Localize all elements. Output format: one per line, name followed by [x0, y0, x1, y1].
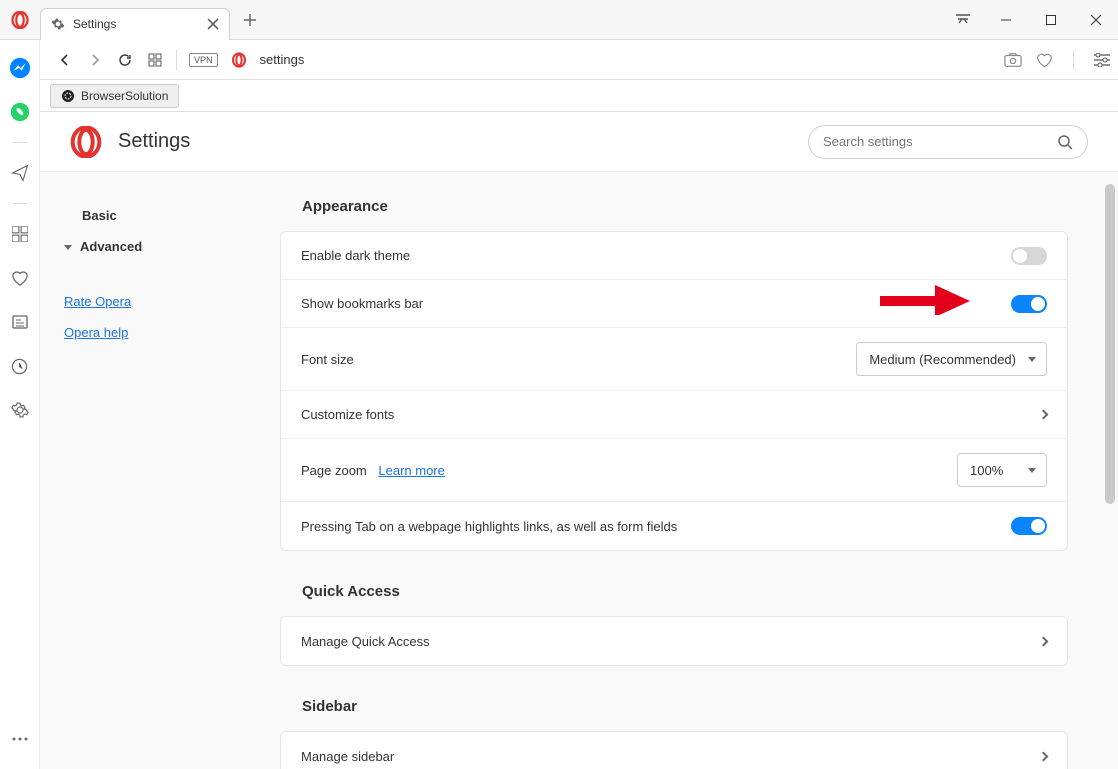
chevron-right-icon: [1039, 751, 1049, 761]
row-label: Show bookmarks bar: [301, 296, 1011, 311]
nav-advanced[interactable]: Advanced: [64, 231, 280, 262]
settings-gear-icon[interactable]: [0, 390, 40, 430]
easy-setup-icon[interactable]: [1094, 53, 1110, 67]
gear-icon: [51, 17, 65, 31]
nav-basic[interactable]: Basic: [82, 200, 280, 231]
row-tab-highlight: Pressing Tab on a webpage highlights lin…: [281, 502, 1067, 550]
new-tab-button[interactable]: [236, 6, 264, 34]
opera-menu-button[interactable]: [0, 0, 40, 40]
search-settings[interactable]: [808, 125, 1088, 159]
row-label: Enable dark theme: [301, 248, 1011, 263]
address-text[interactable]: settings: [260, 52, 305, 67]
bookmark-item[interactable]: BrowserSolution: [50, 84, 179, 108]
history-icon[interactable]: [0, 346, 40, 386]
quick-access-card: Manage Quick Access: [280, 616, 1068, 666]
bookmark-label: BrowserSolution: [81, 89, 168, 103]
nav-back-button[interactable]: [50, 45, 80, 75]
row-label: Pressing Tab on a webpage highlights lin…: [301, 519, 1011, 534]
tab-title: Settings: [73, 17, 199, 31]
row-page-zoom: Page zoom Learn more 100%: [281, 439, 1067, 502]
toggle-dark-theme[interactable]: [1011, 247, 1047, 265]
row-label: Manage sidebar: [301, 749, 1040, 764]
row-font-size: Font size Medium (Recommended): [281, 328, 1067, 391]
nav-forward-button[interactable]: [80, 45, 110, 75]
address-bar: VPN settings: [0, 40, 1118, 80]
search-input[interactable]: [823, 134, 1057, 149]
section-sidebar-title: Sidebar: [302, 698, 1068, 715]
more-icon[interactable]: [0, 719, 40, 759]
vpn-badge[interactable]: VPN: [189, 53, 218, 67]
learn-more-link[interactable]: Learn more: [378, 463, 444, 478]
settings-body: Basic Advanced Rate Opera Opera help App…: [40, 172, 1118, 769]
settings-nav: Basic Advanced Rate Opera Opera help: [40, 172, 280, 769]
sidebar-rail: [0, 40, 40, 769]
row-label: Customize fonts: [301, 407, 1040, 422]
close-tab-icon[interactable]: [207, 18, 219, 30]
row-manage-quick-access[interactable]: Manage Quick Access: [281, 617, 1067, 665]
titlebar: Settings: [0, 0, 1118, 40]
send-icon[interactable]: [0, 153, 40, 193]
nav-reload-button[interactable]: [110, 45, 140, 75]
heart-icon[interactable]: [1036, 52, 1053, 68]
separator: [176, 50, 177, 70]
speed-dial-button[interactable]: [140, 45, 170, 75]
whatsapp-icon[interactable]: [0, 92, 40, 132]
rail-separator: [13, 142, 27, 143]
bookmarks-bar: BrowserSolution: [0, 80, 1118, 112]
search-icon: [1057, 134, 1073, 150]
select-value: Medium (Recommended): [869, 352, 1016, 367]
browser-tab[interactable]: Settings: [40, 8, 230, 40]
nav-advanced-label: Advanced: [80, 239, 142, 254]
separator: [1073, 50, 1074, 70]
speed-dial-icon[interactable]: [0, 214, 40, 254]
row-customize-fonts[interactable]: Customize fonts: [281, 391, 1067, 439]
row-bookmarks-bar: Show bookmarks bar: [281, 280, 1067, 328]
bookmark-favicon: [61, 89, 75, 103]
bookmarks-icon[interactable]: [0, 258, 40, 298]
rail-separator: [13, 203, 27, 204]
row-label: Manage Quick Access: [301, 634, 1040, 649]
opera-help-link[interactable]: Opera help: [64, 317, 280, 348]
news-icon[interactable]: [0, 302, 40, 342]
page-title: Settings: [118, 130, 808, 153]
zoom-label: Page zoom: [301, 463, 367, 478]
scrollbar-thumb[interactable]: [1105, 184, 1115, 504]
settings-header: Settings: [40, 112, 1118, 172]
site-info-icon[interactable]: [230, 51, 248, 69]
snapshot-icon[interactable]: [1004, 52, 1022, 68]
toggle-bookmarks-bar[interactable]: [1011, 295, 1047, 313]
maximize-button[interactable]: [1028, 5, 1073, 35]
section-quick-title: Quick Access: [302, 583, 1068, 600]
close-window-button[interactable]: [1073, 5, 1118, 35]
opera-logo-icon: [70, 126, 102, 158]
row-dark-theme: Enable dark theme: [281, 232, 1067, 280]
select-value: 100%: [970, 463, 1003, 478]
tab-menu-icon[interactable]: [943, 14, 983, 26]
font-size-select[interactable]: Medium (Recommended): [856, 342, 1047, 376]
sidebar-card: Manage sidebar: [280, 731, 1068, 769]
zoom-select[interactable]: 100%: [957, 453, 1047, 487]
messenger-icon[interactable]: [0, 48, 40, 88]
row-manage-sidebar[interactable]: Manage sidebar: [281, 732, 1067, 769]
chevron-right-icon: [1039, 410, 1049, 420]
settings-main: Appearance Enable dark theme Show bookma…: [280, 172, 1118, 769]
appearance-card: Enable dark theme Show bookmarks bar Fon…: [280, 231, 1068, 551]
section-appearance-title: Appearance: [302, 198, 1068, 215]
toggle-tab-highlight[interactable]: [1011, 517, 1047, 535]
row-label: Page zoom Learn more: [301, 463, 957, 478]
row-label: Font size: [301, 352, 856, 367]
minimize-button[interactable]: [983, 5, 1028, 35]
chevron-right-icon: [1039, 636, 1049, 646]
rate-opera-link[interactable]: Rate Opera: [64, 286, 280, 317]
